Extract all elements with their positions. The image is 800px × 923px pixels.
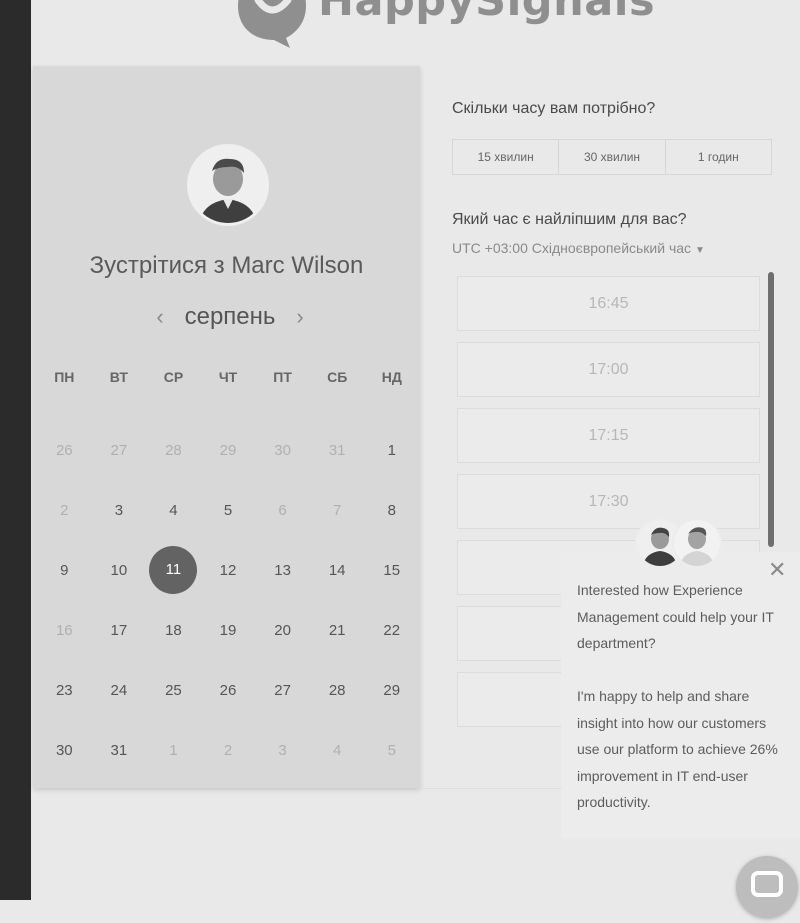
weekday-label: ВТ [109, 369, 128, 385]
calendar-day[interactable]: 22 [364, 622, 419, 639]
calendar-week-row: 2 345 6 7 8 [37, 480, 419, 540]
calendar-grid: ПН ВТ СР ЧТ ПТ СБ НД 26 27 28 29 30 31 1 2 3 4 5 6 7 8 9 10 11… [37, 360, 419, 780]
calendar-day: 5 [387, 741, 396, 759]
calendar-day[interactable]: 17 [92, 622, 147, 639]
current-month: серпень [184, 303, 276, 330]
weekday-label: ЧТ [218, 369, 238, 385]
weekday-header-row: ПН ВТ СР ЧТ ПТ СБ НД [37, 360, 419, 394]
chat-bubble-icon [751, 871, 783, 897]
calendar-day[interactable]: 12 [201, 562, 256, 579]
calendar-day: 28 [165, 441, 182, 459]
logo-mark-icon [236, 0, 308, 48]
calendar-day-selected[interactable]: 11 [146, 546, 201, 594]
slot-list-scrollbar[interactable] [768, 272, 774, 547]
time-question: Який час є найліпшим для вас? [452, 211, 687, 228]
selected-day-marker: 11 [149, 546, 198, 594]
calendar-week-row: 30 31 1 2 3 4 5 [37, 720, 419, 780]
calendar-day[interactable]: 26 [201, 682, 256, 699]
calendar-day: 7 [333, 501, 342, 519]
meet-title: Зустрітися з Marc Wilson [33, 252, 420, 280]
brand-logo: HappySignals [236, 0, 655, 50]
calendar-day[interactable]: 8 [364, 502, 419, 519]
calendar-day: 3 [278, 741, 287, 759]
calendar-day: 2 [223, 741, 233, 759]
chat-message-1: Interested how Experience Management cou… [577, 582, 774, 651]
calendar-day[interactable]: 31 [92, 742, 147, 759]
left-dark-strip [0, 0, 31, 900]
calendar-day[interactable]: 14 [310, 562, 365, 579]
calendar-day[interactable]: 20 [255, 622, 310, 639]
calendar-day[interactable]: 15 [364, 562, 419, 579]
calendar-day: 27 [110, 441, 128, 459]
calendar-day: 29 [219, 441, 237, 459]
duration-selector: 15 хвилин 30 хвилин 1 годин [452, 139, 772, 175]
calendar-day: 2 [60, 501, 69, 519]
calendar-day[interactable]: 21 [310, 622, 365, 639]
chat-launcher-button[interactable] [736, 856, 798, 918]
host-avatar [190, 147, 266, 223]
calendar-week-row: 26 27 28 29 30 31 1 [37, 420, 419, 480]
calendar-day[interactable]: 9 [37, 562, 92, 579]
calendar-day: 16 [55, 621, 73, 639]
calendar-day[interactable]: 28 [310, 682, 365, 699]
calendar-day[interactable]: 5 [201, 502, 256, 519]
calendar-day: 31 [328, 441, 346, 459]
calendar-day[interactable]: 24 [92, 682, 147, 699]
calendar-day[interactable]: 13 [255, 562, 310, 579]
calendar-day: 6 [278, 501, 287, 519]
time-slot[interactable]: 17:15 [457, 408, 760, 463]
calendar-day[interactable]: 3 [92, 502, 147, 519]
duration-option[interactable]: 30 хвилин [559, 140, 666, 174]
calendar-day[interactable]: 23 [37, 682, 92, 699]
duration-option[interactable]: 15 хвилин [453, 140, 560, 174]
meet-title-prefix: Зустрітися з [89, 252, 225, 279]
time-slot[interactable]: 16:45 [457, 276, 760, 331]
host-name: Marc Wilson [231, 252, 364, 279]
calendar-week-row: 16 17 18 19 20 21 22 [37, 600, 419, 660]
chat-agent-avatars [637, 520, 721, 572]
calendar-day: 26 [55, 441, 73, 459]
duration-question: Скільки часу вам потрібно? [452, 100, 656, 117]
timezone-selector[interactable]: UTC +03:00 Східноєвропейський час ▼ [452, 240, 705, 256]
calendar-day[interactable]: 10 [92, 562, 147, 579]
chat-message-2: I'm happy to help and share insight into… [577, 688, 778, 810]
calendar-day: 4 [333, 741, 342, 759]
weekday-label: НД [381, 369, 402, 385]
time-slot[interactable]: 17:00 [457, 342, 760, 397]
timezone-label: UTC +03:00 Східноєвропейський час [452, 240, 692, 256]
chevron-left-icon[interactable]: ‹ [150, 304, 170, 330]
calendar-day[interactable]: 25 [146, 682, 201, 699]
weekday-label: ПН [54, 369, 75, 385]
calendar-day[interactable]: 1 [364, 442, 419, 459]
brand-name: HappySignals [318, 0, 656, 26]
calendar-day: 30 [274, 441, 291, 459]
calendar-day[interactable]: 27 [255, 682, 310, 699]
chevron-right-icon[interactable]: › [290, 304, 310, 330]
duration-option[interactable]: 1 годин [666, 140, 771, 174]
month-navigation: ‹ серпень › [150, 302, 310, 332]
weekday-label: ПТ [273, 369, 292, 385]
weekday-label: СР [163, 369, 184, 385]
calendar-week-row: 23 24 25 26 27 28 29 [37, 660, 419, 720]
caret-down-icon: ▼ [695, 245, 705, 256]
calendar-day[interactable]: 18 [146, 622, 201, 639]
calendar-day[interactable]: 29 [364, 682, 419, 699]
calendar-week-row: 9 10 11 12 13 14 15 [37, 540, 419, 600]
chat-agent-avatar [674, 520, 720, 566]
weekday-label: СБ [327, 369, 348, 385]
chat-message: Interested how Experience Management cou… [577, 577, 787, 842]
calendar-day[interactable]: 4 [146, 502, 201, 519]
calendar-day[interactable]: 30 [37, 742, 92, 759]
calendar-day: 1 [169, 741, 178, 759]
calendar-day[interactable]: 19 [201, 622, 256, 639]
